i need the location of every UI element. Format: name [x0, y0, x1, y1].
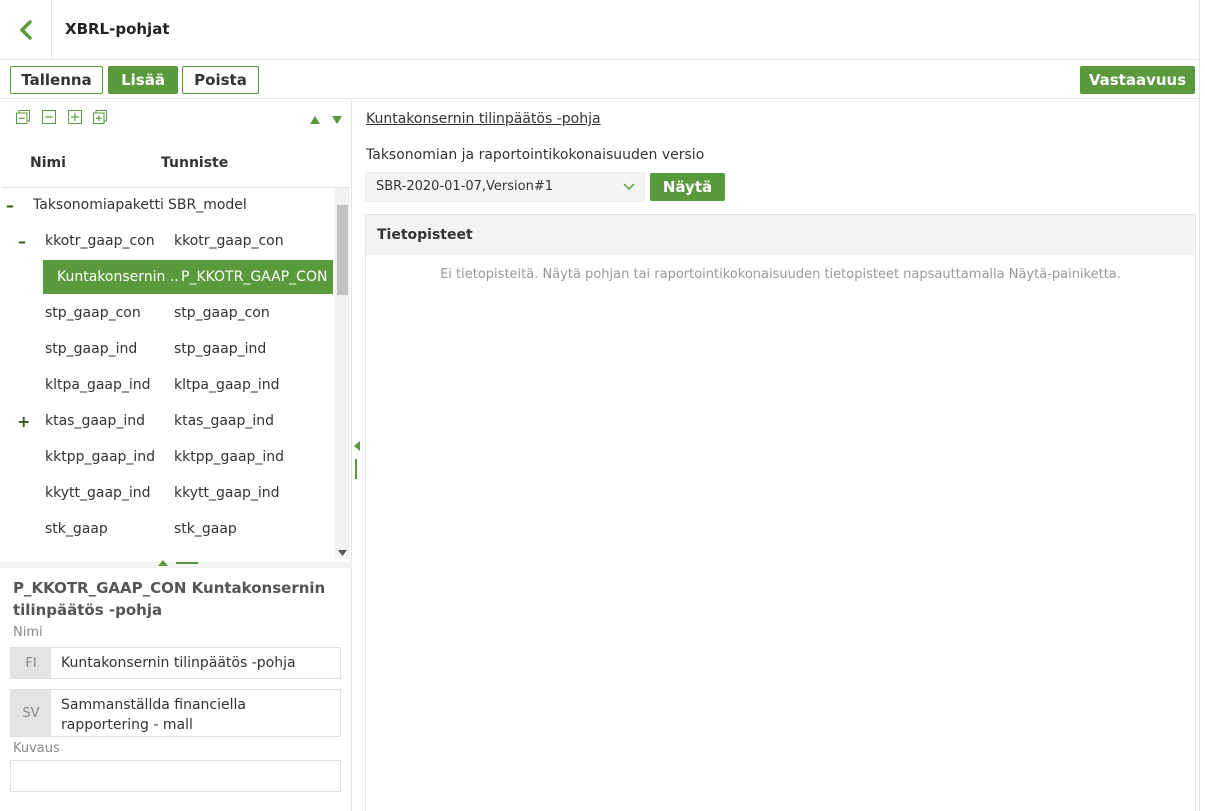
- add-button[interactable]: Lisää: [108, 66, 178, 94]
- name-sv-field[interactable]: SV Sammanställda financiella rapporterin…: [10, 689, 341, 737]
- name-label: Nimi: [13, 625, 43, 640]
- tree-row-ktas-gaap-ind[interactable]: + ktas_gaap_ind ktas_gaap_ind: [2, 404, 335, 438]
- splitter-grip[interactable]: [176, 562, 198, 564]
- tree-row-id: kltpa_gaap_ind: [174, 377, 280, 393]
- expand-all-icon[interactable]: [93, 110, 107, 124]
- name-fi-field[interactable]: FI Kuntakonsernin tilinpäätös -pohja: [10, 647, 341, 679]
- detail-panel: P_KKOTR_GAAP_CON Kuntakonsernin tilinpää…: [0, 568, 352, 811]
- scroll-down-arrow-icon[interactable]: [338, 550, 347, 556]
- tree-row-stk-gaap[interactable]: stk_gaap stk_gaap: [2, 512, 335, 546]
- tree-row-taksonomiapaketti[interactable]: – Taksonomiapaketti SBR_model: [2, 188, 335, 222]
- column-id-header[interactable]: Tunniste: [161, 155, 228, 171]
- correspondence-button[interactable]: Vastaavuus: [1080, 66, 1195, 94]
- tree-row-kltpa-gaap-ind[interactable]: kltpa_gaap_ind kltpa_gaap_ind: [2, 368, 335, 402]
- back-button[interactable]: [0, 0, 52, 60]
- tree-row-id: kkytt_gaap_ind: [174, 485, 280, 501]
- delete-button[interactable]: Poista: [182, 66, 259, 94]
- tree-scroll-thumb[interactable]: [337, 205, 348, 295]
- tree-tools: [0, 100, 352, 140]
- collapse-icon[interactable]: [42, 110, 56, 124]
- tree-list: – Taksonomiapaketti SBR_model – kkotr_ga…: [2, 187, 350, 559]
- dropdown-chevron-icon[interactable]: [614, 173, 644, 201]
- column-name-header[interactable]: Nimi: [30, 155, 66, 171]
- fi-language-tag: FI: [11, 648, 51, 678]
- right-edge-divider: [1199, 0, 1200, 811]
- sv-language-tag: SV: [11, 690, 51, 736]
- tree-row-id: SBR_model: [168, 197, 247, 213]
- version-select[interactable]: SBR-2020-01-07,Version#1: [365, 172, 645, 202]
- tree-row-name: Taksonomiapaketti: [33, 197, 163, 213]
- tree-row-stp-gaap-con[interactable]: stp_gaap_con stp_gaap_con: [2, 296, 335, 330]
- tree-row-name: stp_gaap_con: [45, 305, 141, 321]
- expand-icon[interactable]: [68, 110, 82, 124]
- vertical-splitter[interactable]: [352, 100, 364, 811]
- version-select-value: SBR-2020-01-07,Version#1: [376, 179, 554, 194]
- collapse-all-icon[interactable]: [16, 110, 30, 124]
- tree-row-kkytt-gaap-ind[interactable]: kkytt_gaap_ind kkytt_gaap_ind: [2, 476, 335, 510]
- detail-title: P_KKOTR_GAAP_CON Kuntakonsernin tilinpää…: [13, 579, 326, 619]
- name-fi-value[interactable]: Kuntakonsernin tilinpäätös -pohja: [61, 653, 332, 673]
- show-button[interactable]: Näytä: [650, 173, 725, 201]
- expand-toggle-icon[interactable]: +: [17, 412, 30, 431]
- description-field[interactable]: [10, 760, 341, 792]
- main-content: Kuntakonsernin tilinpäätös -pohja Takson…: [365, 100, 1197, 811]
- tree-row-name: ktas_gaap_ind: [45, 413, 146, 429]
- tree-row-name: kktpp_gaap_ind: [45, 449, 156, 465]
- tree-row-id: stp_gaap_ind: [174, 341, 267, 357]
- datapoints-header: Tietopisteet: [366, 215, 1195, 255]
- tree-row-name: kkotr_gaap_con: [45, 233, 155, 249]
- description-label: Kuvaus: [13, 741, 60, 756]
- collapse-toggle-icon[interactable]: –: [18, 232, 26, 251]
- tree-row-id: kkotr_gaap_con: [174, 233, 284, 249]
- move-down-icon[interactable]: [332, 116, 342, 124]
- tree-scrollbar[interactable]: [335, 188, 350, 559]
- move-up-icon[interactable]: [310, 116, 320, 124]
- datapoints-header-title: Tietopisteet: [377, 227, 473, 243]
- back-chevron-icon: [19, 20, 32, 40]
- toolbar: Tallenna Lisää Poista Vastaavuus: [0, 61, 1200, 99]
- left-panel: Nimi Tunniste – Taksonomiapaketti SBR_mo…: [0, 100, 352, 811]
- tree-row-name: stp_gaap_ind: [45, 341, 138, 357]
- collapse-toggle-icon[interactable]: –: [6, 196, 14, 215]
- tree-row-id: stp_gaap_con: [174, 305, 270, 321]
- template-link[interactable]: Kuntakonsernin tilinpäätös -pohja: [366, 111, 601, 127]
- tree-row-id: P_KKOTR_GAAP_CON: [181, 269, 328, 285]
- tree-row-kktpp-gaap-ind[interactable]: kktpp_gaap_ind kktpp_gaap_ind: [2, 440, 335, 474]
- tree-row-id: kktpp_gaap_ind: [174, 449, 285, 465]
- tree-row-name: kltpa_gaap_ind: [45, 377, 151, 393]
- splitter-up-arrow-icon[interactable]: [158, 560, 168, 566]
- tree-header: Nimi Tunniste: [0, 140, 352, 186]
- page-title: XBRL-pohjat: [65, 20, 170, 38]
- tree-row-stp-gaap-ind[interactable]: stp_gaap_ind stp_gaap_ind: [2, 332, 335, 366]
- tree-row-id: ktas_gaap_ind: [174, 413, 275, 429]
- tree-row-name: Kuntakonsernin ...: [57, 269, 179, 285]
- tree-row-name: kkytt_gaap_ind: [45, 485, 151, 501]
- name-sv-value[interactable]: Sammanställda financiella rapportering -…: [61, 695, 332, 735]
- tree-row-kuntakonsernin-selected[interactable]: Kuntakonsernin ... P_KKOTR_GAAP_CON: [43, 260, 333, 294]
- datapoints-empty-message: Ei tietopisteitä. Näytä pohjan tai rapor…: [440, 267, 1121, 282]
- save-button[interactable]: Tallenna: [10, 66, 103, 94]
- tree-row-id: stk_gaap: [174, 521, 237, 537]
- tree-row-name: stk_gaap: [45, 521, 108, 537]
- version-label: Taksonomian ja raportointikokonaisuuden …: [366, 147, 705, 163]
- vertical-splitter-grip[interactable]: [355, 459, 357, 479]
- tree-row-kkotr-gaap-con[interactable]: – kkotr_gaap_con kkotr_gaap_con: [2, 224, 335, 258]
- splitter-left-arrow-icon[interactable]: [354, 441, 360, 451]
- datapoints-panel: Tietopisteet Ei tietopisteitä. Näytä poh…: [365, 214, 1196, 811]
- top-bar: XBRL-pohjat: [0, 0, 1200, 60]
